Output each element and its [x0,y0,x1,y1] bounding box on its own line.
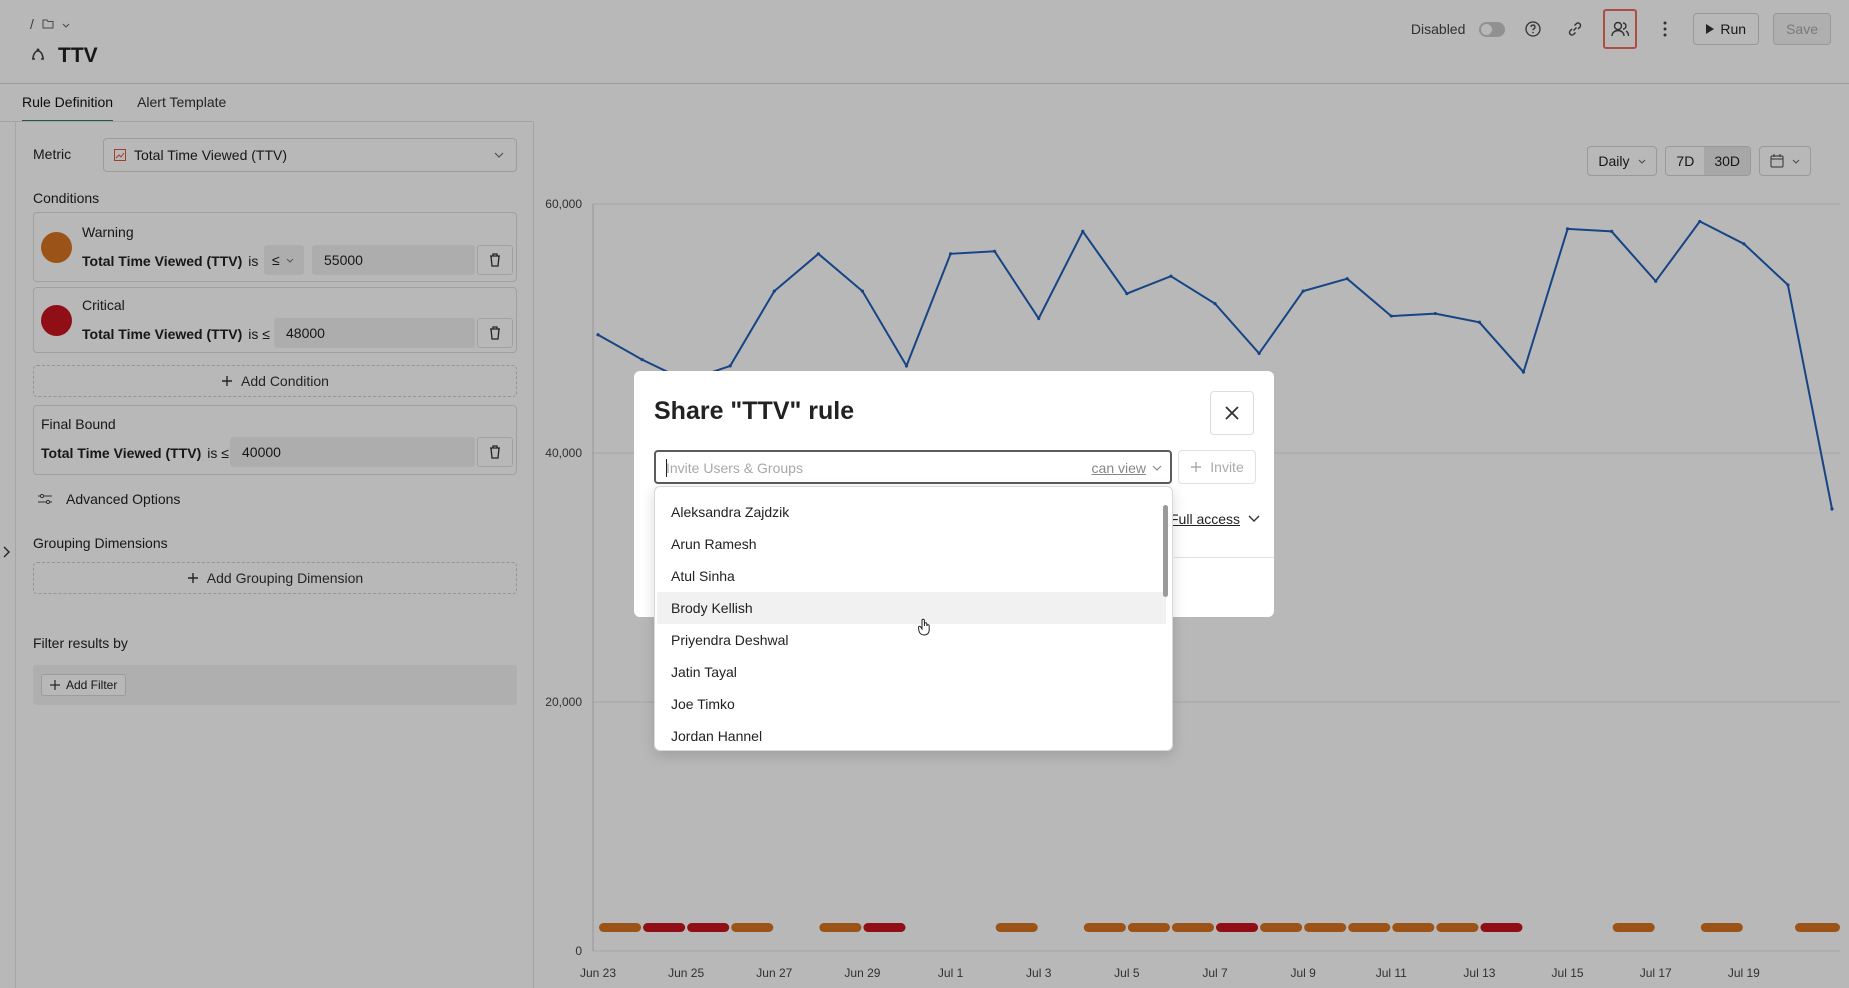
share-dialog-title: Share "TTV" rule [654,397,855,425]
plus-icon [1191,462,1202,472]
access-level-select[interactable]: Full access [1170,511,1260,527]
modal-divider [1174,557,1274,558]
user-option[interactable]: Jatin Tayal [657,656,1166,688]
user-option[interactable]: Priyendra Deshwal [657,624,1166,656]
user-option[interactable]: Arun Ramesh [657,528,1166,560]
close-icon[interactable] [1210,391,1254,435]
invite-label: Invite [1210,459,1244,475]
invite-search-box: can view [654,450,1172,484]
user-option-hovered[interactable]: Brody Kellish [657,592,1166,624]
user-option[interactable]: Aleksandra Zajdzik [657,496,1166,528]
chevron-down-icon [1248,515,1260,522]
hand-cursor-icon [917,618,932,641]
user-option[interactable]: Jordan Hannel [657,720,1166,750]
invite-search-input[interactable] [666,458,1026,478]
chevron-down-icon [1152,465,1162,471]
user-suggestions-dropdown: Aleksandra Zajdzik Arun Ramesh Atul Sinh… [654,486,1173,751]
user-option[interactable]: Joe Timko [657,688,1166,720]
invite-button[interactable]: Invite [1178,450,1256,484]
permission-select[interactable]: can view [1092,460,1162,476]
permission-value: can view [1091,460,1146,476]
text-caret [666,459,667,477]
dropdown-scrollbar[interactable] [1163,505,1168,597]
user-option[interactable]: Atul Sinha [657,560,1166,592]
access-level-value: Full access [1170,511,1241,527]
